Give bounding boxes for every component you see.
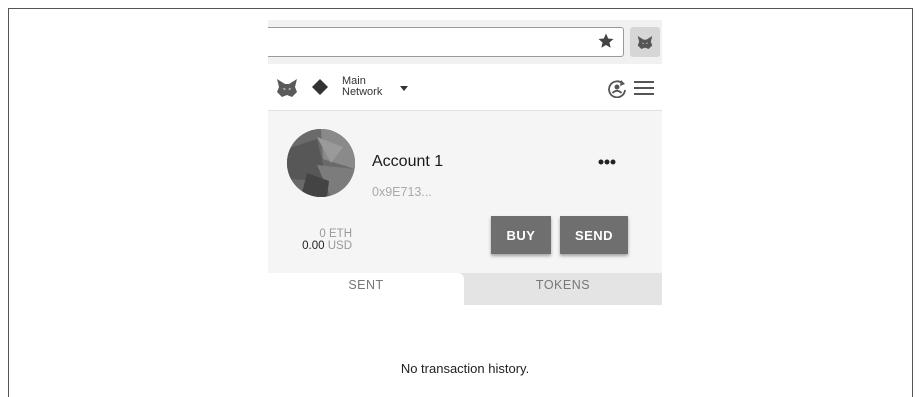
sync-icon[interactable] xyxy=(606,78,628,98)
frame-border-right xyxy=(912,8,913,397)
balance-eth-amount: 0 xyxy=(319,228,326,240)
metamask-popup: Main Network Account 1 0x9E713... 0 ETH … xyxy=(268,64,662,397)
network-selector[interactable]: Main Network xyxy=(342,76,382,98)
metamask-extension-button[interactable] xyxy=(630,27,660,57)
balance-usd-amount: 0.00 xyxy=(302,240,325,252)
account-address[interactable]: 0x9E713... xyxy=(372,185,432,199)
caret-down-icon[interactable] xyxy=(400,86,408,92)
no-transactions-message: No transaction history. xyxy=(400,361,530,376)
more-dots-icon[interactable] xyxy=(598,159,616,165)
account-name: Account 1 xyxy=(372,153,444,170)
fox-icon xyxy=(637,35,653,49)
popup-header: Main Network xyxy=(268,64,662,111)
address-bar[interactable] xyxy=(268,27,624,57)
balance-usd-unit: USD xyxy=(327,240,352,252)
account-identicon[interactable] xyxy=(287,129,355,197)
fox-logo-icon xyxy=(277,79,297,97)
balance-eth-unit: ETH xyxy=(329,228,352,240)
tab-tokens[interactable]: TOKENS xyxy=(464,273,662,305)
tab-sent[interactable]: SENT xyxy=(268,273,464,305)
buy-button[interactable]: BUY xyxy=(491,216,551,254)
send-button[interactable]: SEND xyxy=(560,216,628,254)
network-label-line2: Network xyxy=(342,86,383,98)
star-icon[interactable] xyxy=(597,32,615,50)
account-details: Account 1 0x9E713... 0 ETH 0.00 USD BUY … xyxy=(268,111,662,273)
tab-bar: SENT TOKENS xyxy=(268,273,662,305)
balance-usd: 0.00 USD xyxy=(268,240,352,252)
browser-toolbar xyxy=(268,20,662,64)
diamond-icon xyxy=(312,79,328,95)
frame-border-top xyxy=(8,8,913,9)
balance-eth: 0 ETH xyxy=(268,228,352,240)
frame-border-left xyxy=(8,8,9,397)
identicon-graphic xyxy=(287,129,355,197)
hamburger-menu-icon[interactable] xyxy=(634,80,654,96)
